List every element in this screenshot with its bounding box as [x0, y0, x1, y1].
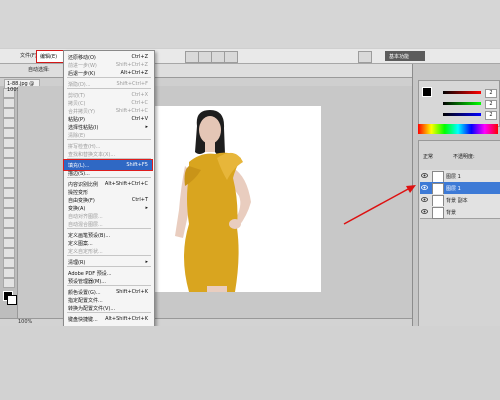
layer-row[interactable]: 背景 — [420, 206, 500, 219]
menu-separator — [67, 228, 151, 229]
auto-select-label[interactable]: 自动选择: — [28, 66, 50, 73]
menu-item[interactable]: 键盘快捷键... Alt+Shift+Ctrl+K — [64, 314, 152, 324]
layer-name: 背景 副本 — [446, 198, 468, 204]
menu-item-shortcut: ▸ — [145, 259, 148, 265]
pen-tool-icon[interactable] — [3, 228, 15, 238]
menu-separator — [67, 255, 151, 256]
zoom-tool-icon[interactable] — [3, 278, 15, 288]
menu-item-label: 渐隐(D)... — [68, 82, 91, 88]
menu-separator — [67, 139, 151, 140]
toolbox — [0, 86, 18, 326]
bottom-background — [0, 326, 500, 400]
menu-item-label: 后退一步(K) — [68, 71, 96, 77]
red-slider[interactable] — [443, 91, 481, 94]
eye-icon[interactable] — [421, 196, 428, 203]
menu-separator — [67, 312, 151, 313]
eraser-tool-icon[interactable] — [3, 188, 15, 198]
gradient-tool-icon[interactable] — [3, 198, 15, 208]
type-tool-icon[interactable] — [3, 238, 15, 248]
document-canvas[interactable] — [155, 106, 321, 292]
color-panel: 2 2 2 — [418, 80, 500, 127]
marquee-tool-icon[interactable] — [3, 98, 15, 108]
menu-edit-label: 编辑(E) — [40, 54, 58, 60]
blur-tool-icon[interactable] — [3, 208, 15, 218]
opacity-label: 不透明度: — [453, 154, 475, 160]
healing-brush-tool-icon[interactable] — [3, 148, 15, 158]
workspace-label: 基本功能 — [389, 54, 410, 60]
menu-item-label: 描边(S)... — [68, 171, 90, 177]
path-select-tool-icon[interactable] — [3, 248, 15, 258]
menu-item-label: 自动混合图层... — [68, 222, 103, 228]
history-brush-tool-icon[interactable] — [3, 178, 15, 188]
rotate-view-button[interactable] — [198, 51, 212, 63]
panel-foreground-swatch[interactable] — [422, 87, 432, 97]
layer-thumbnail — [432, 207, 444, 219]
minimize-button[interactable] — [358, 51, 372, 63]
eye-icon[interactable] — [421, 208, 428, 215]
menu-edit[interactable]: 编辑(E) — [36, 50, 64, 63]
arrange-docs-button[interactable] — [211, 51, 225, 63]
menu-separator — [67, 158, 151, 159]
menu-separator — [67, 285, 151, 286]
hand-tool-icon[interactable] — [3, 268, 15, 278]
green-slider[interactable] — [443, 102, 481, 105]
red-value-field[interactable]: 2 — [485, 89, 497, 98]
menu-item-label: 转换为配置文件(V)... — [68, 306, 116, 312]
layer-name: 图层 1 — [446, 174, 461, 180]
eye-icon[interactable] — [421, 184, 428, 191]
annotation-arrow-icon — [343, 185, 416, 225]
woman-in-yellow-dress-image — [155, 106, 321, 292]
menu-item-label: 查找和替换文本(X)... — [68, 152, 116, 158]
quick-select-tool-icon[interactable] — [3, 118, 15, 128]
menu-item-label: 定义自定形状... — [68, 249, 103, 255]
shape-tool-icon[interactable] — [3, 258, 15, 268]
menu-item-shortcut: Shift+Ctrl+F — [116, 81, 148, 87]
menu-item-label: 键盘快捷键... — [68, 317, 98, 323]
blue-slider[interactable] — [443, 113, 481, 116]
eyedropper-tool-icon[interactable] — [3, 138, 15, 148]
eye-icon[interactable] — [421, 172, 428, 179]
title-bar — [0, 0, 500, 48]
layer-name: 背景 — [446, 210, 457, 216]
menu-separator — [67, 77, 151, 78]
background-color-swatch[interactable] — [7, 295, 17, 305]
clone-stamp-tool-icon[interactable] — [3, 168, 15, 178]
blue-value-field[interactable]: 2 — [485, 111, 497, 120]
spectrum-bar[interactable] — [418, 124, 498, 134]
menu-separator — [67, 177, 151, 178]
zoom-tool-button[interactable] — [185, 51, 199, 63]
layers-panel: 正常 不透明度: — [418, 140, 500, 332]
menu-item-label: 清除(E) — [68, 133, 86, 139]
menu-separator — [67, 88, 151, 89]
edit-menu-dropdown: 还原移动(O) Ctrl+Z 前进一步(W) Shift+Ctrl+Z 后退一步(K) A… — [63, 50, 155, 328]
layer-name: 图层 1 — [446, 186, 461, 192]
blend-mode-select[interactable]: 正常 — [423, 153, 433, 160]
menu-item-label: 预设管理器(M)... — [68, 279, 106, 285]
green-value-field[interactable]: 2 — [485, 100, 497, 109]
menu-item-label: 清理(R) — [68, 260, 86, 266]
brush-tool-icon[interactable] — [3, 158, 15, 168]
menu-item-shortcut: Alt+Ctrl+Z — [120, 70, 148, 76]
menu-item-shortcut: Alt+Shift+Ctrl+K — [105, 316, 148, 322]
crop-tool-icon[interactable] — [3, 128, 15, 138]
dodge-tool-icon[interactable] — [3, 218, 15, 228]
menu-separator — [67, 266, 151, 267]
menu-file[interactable]: 文件(F) — [20, 52, 37, 59]
zoom-level-field[interactable]: 100% — [18, 319, 32, 325]
lasso-tool-icon[interactable] — [3, 108, 15, 118]
workspace-switcher[interactable]: 基本功能 — [385, 51, 425, 61]
screen-mode-button[interactable] — [224, 51, 238, 63]
